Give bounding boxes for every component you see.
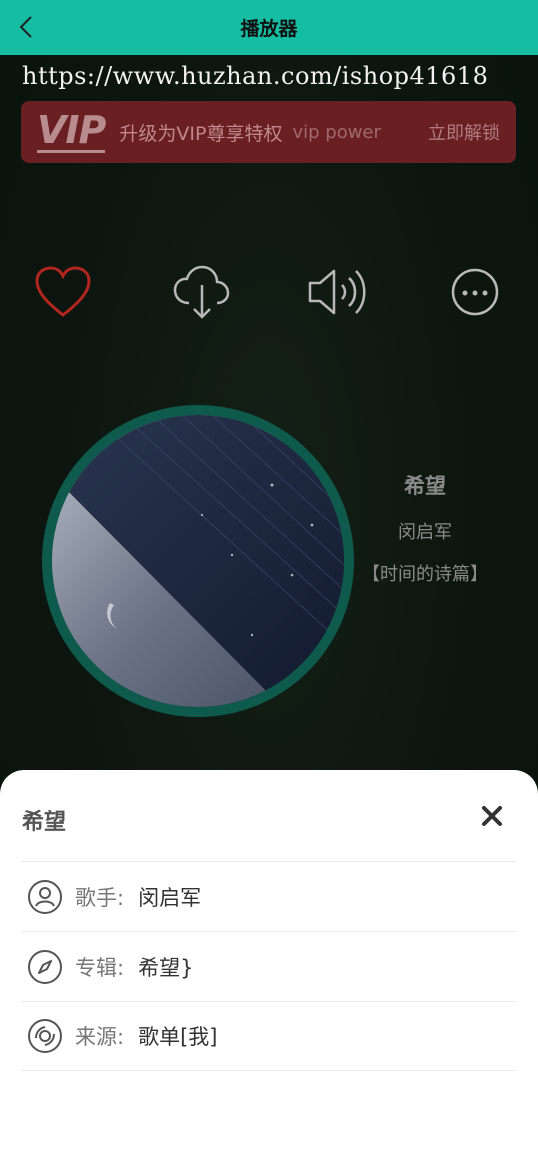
album-cover-image	[52, 415, 344, 707]
detail-row-source[interactable]: 来源: 歌单[我]	[21, 1001, 516, 1071]
sheet-title: 希望	[22, 810, 67, 835]
song-title: 希望	[404, 474, 446, 498]
compass-icon	[25, 947, 65, 987]
song-artist: 闵启军	[398, 522, 452, 543]
vip-promo-text: 升级为VIP尊享特权	[119, 122, 283, 145]
more-icon	[451, 268, 499, 316]
vip-subtext: vip power	[292, 121, 381, 143]
cloud-download-icon	[173, 265, 230, 319]
song-album: 【时间的诗篇】	[362, 564, 488, 585]
detail-row-artist[interactable]: 歌手: 闵启军	[21, 861, 516, 931]
page-title: 播放器	[240, 18, 298, 40]
close-button[interactable]	[478, 802, 506, 830]
volume-button[interactable]	[305, 260, 369, 324]
row-label: 专辑:	[75, 955, 125, 980]
top-nav-bar: 播放器	[0, 0, 538, 55]
row-value: 希望}	[138, 955, 194, 980]
download-button[interactable]	[169, 260, 233, 324]
volume-icon	[308, 269, 366, 315]
song-info: 希望 闵启军 【时间的诗篇】	[355, 470, 495, 586]
row-value: 歌单[我]	[138, 1025, 218, 1049]
detail-row-album[interactable]: 专辑: 希望}	[21, 931, 516, 1001]
vip-unlock-button[interactable]: 立即解锁	[428, 119, 500, 145]
row-label: 来源:	[75, 1025, 125, 1049]
watermark-url: https://www.huzhan.com/ishop41618	[22, 62, 489, 90]
favorite-button[interactable]	[31, 260, 95, 324]
heart-icon	[35, 266, 91, 317]
disc-icon	[25, 1016, 65, 1056]
row-label: 歌手:	[75, 885, 125, 910]
back-button[interactable]	[12, 12, 42, 42]
chevron-left-icon	[19, 16, 32, 38]
player-action-row	[0, 260, 538, 324]
more-button[interactable]	[443, 260, 507, 324]
vip-logo: VIP	[37, 107, 106, 153]
album-cover-disc[interactable]	[42, 405, 354, 717]
song-detail-sheet: 希望 歌手: 闵启军 专辑: 希望} 来源: 歌单[我]	[0, 770, 538, 1165]
close-icon	[482, 806, 502, 826]
row-value: 闵启军	[138, 885, 202, 910]
user-icon	[25, 877, 65, 917]
vip-upgrade-banner[interactable]: VIP 升级为VIP尊享特权 vip power 立即解锁	[21, 101, 516, 163]
